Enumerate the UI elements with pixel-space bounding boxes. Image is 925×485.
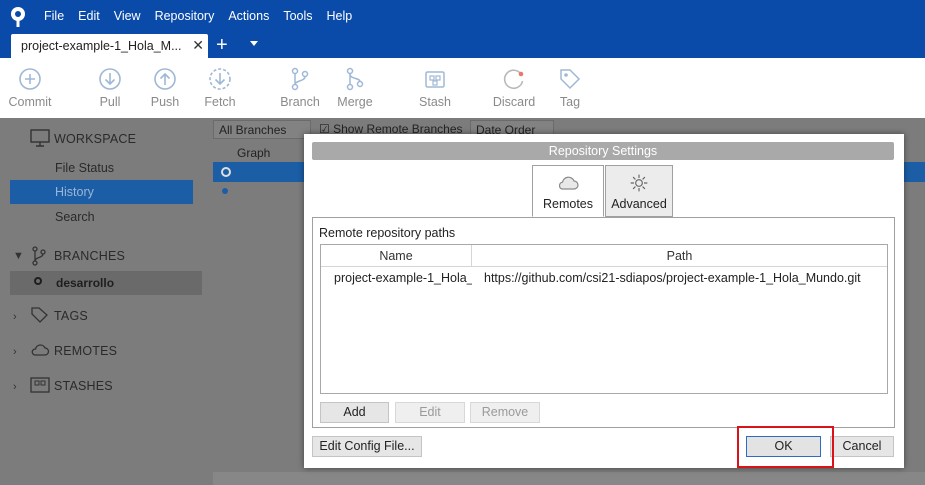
sidebar-item-history-label: History (55, 185, 94, 199)
stash-icon (425, 71, 445, 88)
push-button[interactable]: Push (135, 66, 195, 109)
commit-node-icon (222, 188, 228, 194)
remote-paths-heading: Remote repository paths (319, 226, 456, 240)
pull-label: Pull (99, 95, 121, 109)
sidebar-item-history[interactable]: History (10, 180, 193, 204)
menu-edit[interactable]: Edit (78, 9, 100, 23)
remote-path-cell: https://github.com/csi21-sdiapos/project… (484, 271, 861, 285)
sidebar-item-search[interactable]: Search (55, 210, 95, 224)
push-icon (154, 68, 176, 90)
monitor-icon (30, 129, 50, 147)
chevron-right-icon[interactable]: › (13, 311, 17, 323)
tag-button[interactable]: Tag (540, 66, 600, 109)
sidebar-section-workspace[interactable]: WORKSPACE (54, 132, 136, 146)
push-label: Push (150, 95, 180, 109)
fetch-label: Fetch (204, 95, 236, 109)
commit-node-icon (221, 167, 231, 177)
close-icon[interactable]: ✕ (192, 37, 204, 54)
graph-column-header: Graph (237, 146, 271, 160)
toolbar: Commit Pull Push Fetch Branch Merge Stas… (0, 58, 925, 118)
highlight-box (737, 426, 834, 468)
discard-button[interactable]: Discard (484, 66, 544, 109)
tab-remotes-label: Remotes (542, 197, 594, 211)
gear-icon (630, 174, 648, 192)
sidebar-section-tags[interactable]: TAGS (54, 309, 88, 323)
add-remote-button[interactable]: Add (320, 402, 389, 423)
sidebar-item-file-status[interactable]: File Status (55, 161, 114, 175)
remote-name-cell: project-example-1_Hola_M (334, 271, 472, 285)
menu-actions[interactable]: Actions (228, 9, 269, 23)
chevron-down-icon[interactable] (250, 41, 258, 46)
stash-button[interactable]: Stash (405, 66, 465, 109)
branch-button[interactable]: Branch (270, 66, 330, 109)
tab-strip: project-example-1_Hola_M... ✕ + (0, 33, 925, 58)
fetch-button[interactable]: Fetch (190, 66, 250, 109)
menu: File Edit View Repository Actions Tools … (44, 9, 366, 23)
merge-label: Merge (337, 95, 373, 109)
menu-view[interactable]: View (114, 9, 141, 23)
commit-icon (19, 68, 41, 90)
sidebar-branch-current[interactable]: desarrollo (10, 271, 202, 295)
branch-icon (291, 67, 309, 91)
tab-title: project-example-1_Hola_M... (21, 39, 182, 53)
chevron-right-icon[interactable]: › (13, 381, 17, 393)
pull-icon (99, 68, 121, 90)
commit-button[interactable]: Commit (0, 66, 60, 109)
branch-filter-select[interactable]: All Branches (213, 120, 311, 139)
remotes-table: Name Path project-example-1_Hola_M https… (320, 244, 888, 394)
sidebar-section-branches[interactable]: BRANCHES (54, 249, 125, 263)
sidebar: WORKSPACE File Status History Search ▼ B… (0, 118, 210, 485)
tag-icon (560, 69, 581, 90)
fetch-icon (209, 68, 231, 90)
cloud-icon (31, 344, 50, 356)
tab-remotes[interactable]: Remotes (532, 165, 604, 217)
pull-button[interactable]: Pull (80, 66, 140, 109)
sidebar-section-remotes[interactable]: REMOTES (54, 344, 117, 358)
column-header-name[interactable]: Name (321, 245, 472, 267)
tab-advanced[interactable]: Advanced (605, 165, 673, 217)
merge-button[interactable]: Merge (325, 66, 385, 109)
stash-label: Stash (419, 95, 451, 109)
menu-repository[interactable]: Repository (155, 9, 215, 23)
tab-advanced-label: Advanced (611, 197, 667, 211)
stash-icon (30, 377, 50, 393)
chevron-down-icon[interactable]: ▼ (13, 250, 24, 262)
remove-remote-button[interactable]: Remove (470, 402, 540, 423)
cancel-button[interactable]: Cancel (830, 436, 894, 457)
repository-settings-dialog: Repository Settings Remotes Advanced Rem… (304, 134, 904, 468)
menu-bar: File Edit View Repository Actions Tools … (0, 0, 925, 33)
branch-label: Branch (280, 95, 320, 109)
edit-config-file-button[interactable]: Edit Config File... (312, 436, 422, 457)
menu-file[interactable]: File (44, 9, 64, 23)
edit-remote-button[interactable]: Edit (395, 402, 465, 423)
menu-help[interactable]: Help (327, 9, 353, 23)
tag-label: Tag (559, 95, 581, 109)
discard-label: Discard (492, 95, 536, 109)
tag-icon (31, 307, 48, 323)
column-header-path[interactable]: Path (472, 245, 887, 267)
branch-icon (32, 246, 46, 266)
file-status-bar (213, 472, 925, 485)
remotes-panel: Remote repository paths Name Path projec… (312, 217, 895, 428)
menu-tools[interactable]: Tools (283, 9, 312, 23)
merge-icon (346, 67, 364, 91)
branch-name: desarrollo (56, 276, 115, 290)
sidebar-section-stashes[interactable]: STASHES (54, 379, 113, 393)
sourcetree-logo-icon (11, 7, 25, 27)
cloud-icon (558, 176, 579, 190)
current-branch-icon (34, 277, 42, 285)
dialog-title: Repository Settings (312, 142, 894, 160)
new-tab-button[interactable]: + (216, 34, 228, 56)
chevron-right-icon[interactable]: › (13, 346, 17, 358)
discard-icon (503, 69, 524, 90)
commit-label: Commit (8, 95, 52, 109)
tab-repository[interactable]: project-example-1_Hola_M... ✕ (11, 34, 208, 58)
